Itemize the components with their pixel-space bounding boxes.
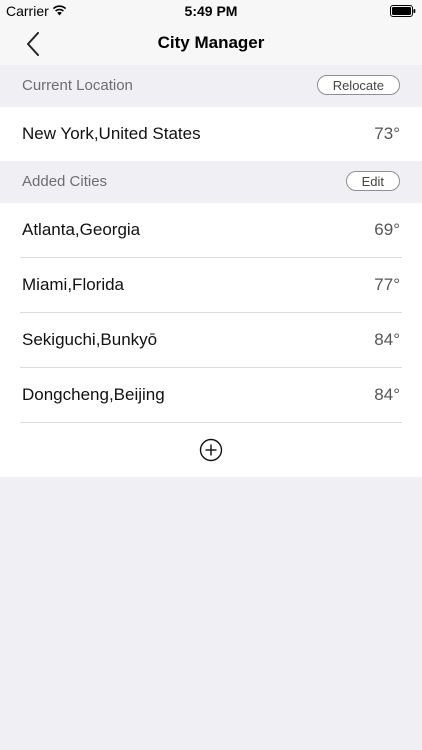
current-location-group: New York,United States 73°	[0, 107, 422, 161]
list-item[interactable]: Atlanta,Georgia 69°	[20, 203, 402, 258]
status-bar: Carrier 5:49 PM	[0, 0, 422, 22]
city-temp: 84°	[374, 385, 400, 404]
city-manager-screen: Carrier 5:49 PM City Manager Current Loc…	[0, 0, 422, 750]
added-cities-label: Added Cities	[22, 173, 108, 190]
add-city-row	[0, 423, 422, 477]
current-city-name: New York,United States	[22, 124, 201, 143]
battery-icon	[390, 5, 416, 17]
current-location-label: Current Location	[22, 77, 133, 94]
city-name: Miami,Florida	[22, 275, 125, 294]
city-name: Atlanta,Georgia	[22, 220, 141, 239]
added-cities-header: Added Cities Edit	[0, 161, 422, 203]
edit-button[interactable]: Edit	[345, 171, 400, 191]
city-name: Sekiguchi,Bunkyō	[22, 330, 158, 349]
city-temp: 77°	[374, 275, 400, 294]
page-title: City Manager	[157, 33, 265, 52]
current-location-header: Current Location Relocate	[0, 65, 422, 107]
city-temp: 84°	[374, 330, 400, 349]
city-name: Dongcheng,Beijing	[22, 385, 165, 404]
city-temp: 69°	[374, 220, 400, 239]
current-city-temp: 73°	[374, 124, 400, 143]
current-city-row[interactable]: New York,United States 73°	[20, 107, 402, 161]
add-city-button[interactable]	[199, 438, 223, 462]
list-item[interactable]: Dongcheng,Beijing 84°	[20, 368, 402, 423]
plus-circle-icon	[199, 438, 223, 462]
added-cities-list: Atlanta,Georgia 69° Miami,Florida 77° Se…	[0, 203, 422, 477]
status-time: 5:49 PM	[184, 3, 238, 19]
navigation-bar: City Manager	[0, 22, 422, 65]
relocate-button[interactable]: Relocate	[316, 75, 400, 95]
list-item[interactable]: Miami,Florida 77°	[20, 258, 402, 313]
list-item[interactable]: Sekiguchi,Bunkyō 84°	[20, 313, 402, 368]
